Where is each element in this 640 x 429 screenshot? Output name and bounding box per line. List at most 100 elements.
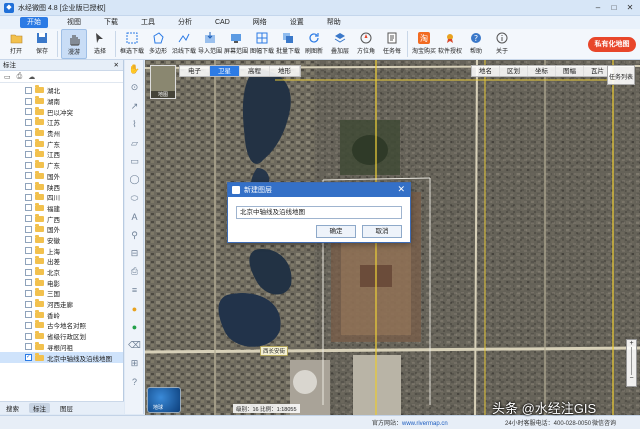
tree-item[interactable]: 湖南 xyxy=(0,96,123,107)
tab-elevation[interactable]: 高程 xyxy=(240,66,270,76)
tab-terrain[interactable]: 地形 xyxy=(270,66,300,76)
checkbox[interactable] xyxy=(25,97,32,105)
tab-search[interactable]: 搜索 xyxy=(6,403,19,413)
tree-item[interactable]: 福建 xyxy=(0,202,123,214)
checkbox[interactable] xyxy=(25,236,32,244)
help-tool-icon[interactable]: ? xyxy=(127,375,142,390)
marker-tool-icon[interactable]: ⚲ xyxy=(127,228,142,243)
tree-item[interactable]: 电影 xyxy=(0,277,123,288)
checkbox[interactable] xyxy=(25,311,32,319)
menu-download[interactable]: 下载 xyxy=(100,17,122,28)
checkbox[interactable]: ✓ xyxy=(25,354,32,362)
checkbox[interactable] xyxy=(25,225,32,233)
globe-overview[interactable]: 地球 xyxy=(147,387,181,413)
menu-cad[interactable]: CAD xyxy=(211,17,234,28)
checkbox[interactable] xyxy=(25,150,32,158)
azimuth-button[interactable]: 方位角 xyxy=(353,29,379,59)
menu-start[interactable]: 开始 xyxy=(20,17,48,28)
import-file-icon[interactable]: ⎙ xyxy=(17,73,23,81)
menu-tools[interactable]: 工具 xyxy=(137,17,159,28)
dialog-close-icon[interactable]: ✕ xyxy=(397,184,405,195)
tree-item[interactable]: 贵州 xyxy=(0,128,123,139)
frame-select-download-button[interactable]: 框选下载 xyxy=(119,29,145,59)
tree-item[interactable]: ✓ 北京中轴线及沿线地图 xyxy=(0,352,123,363)
pan-button[interactable]: 漫游 xyxy=(61,29,87,59)
tree-item[interactable]: 江西 xyxy=(0,149,123,160)
tree-item[interactable]: 广东 xyxy=(0,160,123,171)
site-link[interactable]: www.rivermap.cn xyxy=(402,421,448,427)
tab-satellite[interactable]: 卫星 xyxy=(210,66,240,76)
tree-item[interactable]: 江苏 xyxy=(0,117,123,128)
menu-help[interactable]: 帮助 xyxy=(323,17,345,28)
measure-tool-icon[interactable]: ⊟ xyxy=(127,246,142,261)
ellipse-tool-icon[interactable]: ⬭ xyxy=(127,191,142,206)
grid-tool-icon[interactable]: ⊞ xyxy=(127,356,142,371)
green-tool-icon[interactable]: ● xyxy=(127,319,142,334)
overlay-layer-button[interactable]: 叠加层 xyxy=(327,29,353,59)
tab-vector[interactable]: 电子 xyxy=(180,66,210,76)
tab-coordinates[interactable]: 坐标 xyxy=(528,66,556,76)
line-tool-icon[interactable]: ↗ xyxy=(127,99,142,114)
checkbox[interactable] xyxy=(25,140,32,148)
tab-divisions[interactable]: 区划 xyxy=(500,66,528,76)
color-tool-icon[interactable]: ● xyxy=(127,301,142,316)
cloud-icon[interactable]: ☁ xyxy=(28,73,35,81)
text-tool-icon[interactable]: A xyxy=(127,209,142,224)
polyline-tool-icon[interactable]: ⌇ xyxy=(127,117,142,132)
pan-tool-icon[interactable]: ✋ xyxy=(127,62,142,77)
save-button[interactable]: 保存 xyxy=(29,29,55,59)
menu-settings[interactable]: 设置 xyxy=(286,17,308,28)
checkbox[interactable] xyxy=(25,279,32,287)
checkbox[interactable] xyxy=(25,172,32,180)
polyline-download-button[interactable]: 沿线下载 xyxy=(171,29,197,59)
checkbox[interactable] xyxy=(25,300,32,308)
clear-tool-icon[interactable]: ⌫ xyxy=(127,338,142,353)
minimize-button[interactable]: – xyxy=(590,1,606,14)
circle-tool-icon[interactable]: ◯ xyxy=(127,172,142,187)
checkbox[interactable] xyxy=(25,193,32,201)
tree-item[interactable]: 寻根问祖 xyxy=(0,341,123,353)
tab-map-sheets[interactable]: 图幅 xyxy=(556,66,584,76)
refresh-map-button[interactable]: 刷图新 xyxy=(301,29,327,59)
checkbox[interactable] xyxy=(25,289,32,297)
layer-tool-icon[interactable]: ≡ xyxy=(127,283,142,298)
screen-range-button[interactable]: 屏幕范围 xyxy=(223,29,249,59)
tree-item[interactable]: 上海 xyxy=(0,245,123,256)
checkbox[interactable] xyxy=(25,118,32,126)
checkbox[interactable] xyxy=(25,161,32,169)
checkbox[interactable] xyxy=(25,215,32,223)
import-range-button[interactable]: 导入范围 xyxy=(197,29,223,59)
close-button[interactable]: ✕ xyxy=(622,1,638,14)
about-button[interactable]: 关于 xyxy=(489,29,515,59)
tab-place-names[interactable]: 地名 xyxy=(472,66,500,76)
batch-download-button[interactable]: 批量下载 xyxy=(275,29,301,59)
checkbox[interactable] xyxy=(25,321,32,329)
tree-item[interactable]: 北京 xyxy=(0,267,123,278)
print-tool-icon[interactable]: ⎙ xyxy=(127,264,142,279)
checkbox[interactable] xyxy=(25,268,32,276)
checkbox[interactable] xyxy=(25,86,32,94)
tree-item[interactable]: 出差 xyxy=(0,256,123,267)
tab-annotation[interactable]: 标注 xyxy=(29,403,50,413)
tree-item[interactable]: 古今地名对照 xyxy=(0,320,123,331)
panel-close-icon[interactable]: ✕ xyxy=(114,60,119,71)
tree-item[interactable]: 香岭 xyxy=(0,309,123,320)
checkbox[interactable] xyxy=(25,257,32,265)
checkbox[interactable] xyxy=(25,183,32,191)
rectangle-tool-icon[interactable]: ▭ xyxy=(127,154,142,169)
point-tool-icon[interactable]: ⊙ xyxy=(127,80,142,95)
zoom-out-button[interactable]: − xyxy=(627,375,636,382)
sheet-download-button[interactable]: 图幅下载 xyxy=(249,29,275,59)
ok-button[interactable]: 确定 xyxy=(316,225,356,238)
tree-item[interactable]: 安徽 xyxy=(0,234,123,246)
task-button[interactable]: 任务每 xyxy=(379,29,405,59)
cancel-button[interactable]: 取消 xyxy=(362,225,402,238)
wechat-consult[interactable]: 微信咨询 xyxy=(592,418,616,427)
tree-item[interactable]: 三国 xyxy=(0,288,123,299)
tree-item[interactable]: 河西走廊 xyxy=(0,299,123,310)
select-button[interactable]: 选择 xyxy=(87,29,113,59)
tree-item[interactable]: 广西 xyxy=(0,213,123,224)
checkbox[interactable] xyxy=(25,108,32,116)
license-button[interactable]: 软件授权 xyxy=(437,29,463,59)
area-tool-icon[interactable]: ▱ xyxy=(127,136,142,151)
